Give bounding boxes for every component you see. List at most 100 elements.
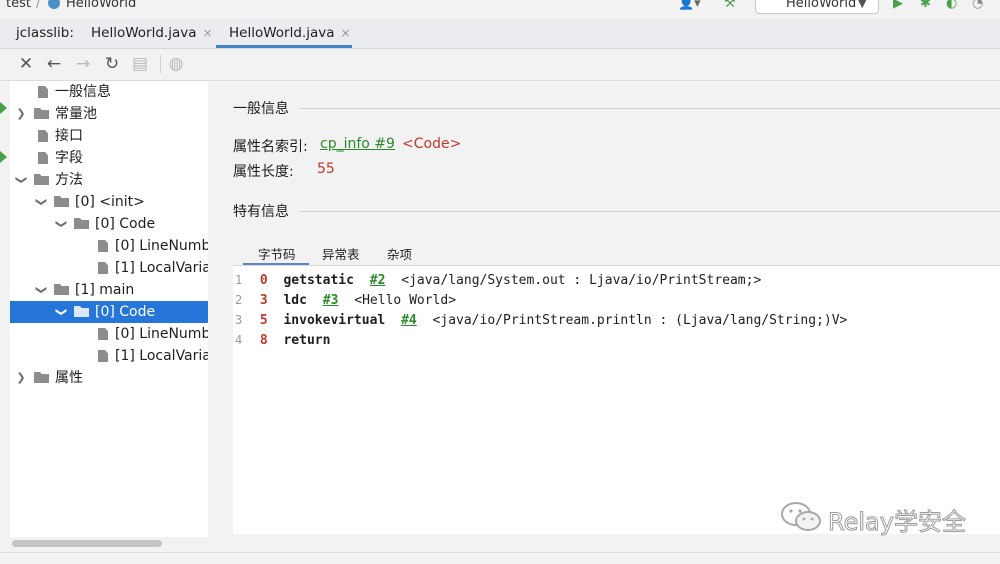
- code-line: 3 5 invokevirtual #4 <java/io/PrintStrea…: [233, 310, 847, 330]
- chevron-right-icon[interactable]: ❯: [14, 103, 28, 125]
- constant-pool-link[interactable]: #3: [323, 293, 339, 308]
- section-divider: [300, 108, 1000, 109]
- name-index-label: 属性名索引:: [233, 139, 308, 155]
- build-hammer-icon[interactable]: ⚒: [724, 0, 736, 11]
- operand-comment: <java/io/PrintStream.println : (Ljava/la…: [432, 313, 848, 328]
- tree-item-label: 一般信息: [55, 84, 111, 100]
- tree-item-label: [0] LineNumberTable: [115, 238, 208, 254]
- tab-exception-table[interactable]: 异常表: [322, 244, 360, 263]
- tree-item-label: 字段: [55, 150, 83, 166]
- tab-helloworld-2[interactable]: HelloWorld.java ×: [229, 19, 351, 48]
- tree-item-fields[interactable]: 字段: [10, 147, 208, 169]
- folder-icon: [34, 372, 49, 383]
- tree-item-main-code[interactable]: ❯ [0] Code: [10, 301, 208, 323]
- tree-item-label: [1] main: [75, 282, 135, 298]
- tree-item-constant-pool[interactable]: ❯ 常量池: [10, 103, 208, 125]
- name-index-link[interactable]: cp_info #9: [320, 136, 395, 152]
- tree-item-label: [0] Code: [95, 304, 156, 320]
- opcode: getstatic: [283, 273, 354, 288]
- run-config-label: HelloWorld: [786, 0, 857, 11]
- folder-icon: [74, 306, 89, 317]
- tab-bytecode[interactable]: 字节码: [258, 244, 296, 263]
- bytecode-offset: 5: [259, 313, 268, 328]
- tree-item-label: 接口: [55, 128, 83, 144]
- tree-item-main-localvariable[interactable]: [1] LocalVariableTable: [10, 345, 208, 367]
- opcode: invokevirtual: [283, 313, 386, 328]
- tree-item-init-localvariable[interactable]: [1] LocalVariableTable: [10, 257, 208, 279]
- tree-item-init-code[interactable]: ❯ [0] Code: [10, 213, 208, 235]
- bytecode-offset: 0: [259, 273, 268, 288]
- close-icon[interactable]: ×: [340, 26, 350, 40]
- file-icon: [98, 350, 108, 362]
- run-icon[interactable]: ▶: [893, 0, 903, 11]
- tree-item-label: 方法: [55, 172, 83, 188]
- chevron-down-icon[interactable]: ❯: [30, 195, 52, 209]
- navigation-bar: test / HelloWorld 👤▾ ⚒ HelloWorld ▼ ▶ ✱ …: [0, 0, 1000, 14]
- chevron-down-icon[interactable]: ❯: [50, 217, 72, 231]
- constant-pool-link[interactable]: #2: [370, 273, 386, 288]
- class-icon: [48, 0, 60, 9]
- folder-icon: [74, 218, 89, 229]
- bytecode-offset: 8: [259, 333, 268, 348]
- folder-icon: [54, 196, 69, 207]
- forward-arrow-icon[interactable]: →: [71, 52, 95, 76]
- back-arrow-icon[interactable]: ←: [42, 52, 66, 76]
- chevron-down-icon[interactable]: ❯: [50, 305, 72, 319]
- attribute-length-value: 55: [317, 161, 335, 177]
- file-icon: [98, 240, 108, 252]
- user-icon[interactable]: 👤▾: [678, 0, 701, 11]
- save-icon[interactable]: ▤: [128, 52, 152, 76]
- tree-item-general-info[interactable]: 一般信息: [10, 81, 208, 103]
- class-structure-tree: 一般信息 ❯ 常量池 接口 字段 ❯ 方法 ❯ [0] <init> ❯ [0]…: [10, 81, 208, 537]
- breadcrumb-project[interactable]: test: [6, 0, 31, 11]
- operand-comment: <java/lang/System.out : Ljava/io/PrintSt…: [401, 273, 762, 288]
- file-icon: [98, 262, 108, 274]
- tree-item-interfaces[interactable]: 接口: [10, 125, 208, 147]
- status-bar: [0, 552, 1000, 564]
- close-icon[interactable]: ×: [202, 26, 212, 40]
- tree-item-attributes[interactable]: ❯ 属性: [10, 367, 208, 389]
- file-icon: [98, 328, 108, 340]
- tree-item-label: [0] LineNumberTable: [115, 326, 208, 342]
- folder-icon: [54, 284, 69, 295]
- tree-item-label: 属性: [55, 370, 83, 386]
- bytecode-view[interactable]: 1 0 getstatic #2 <java/lang/System.out :…: [233, 266, 1000, 534]
- scrollbar-thumb[interactable]: [12, 540, 162, 547]
- breadcrumb-file[interactable]: HelloWorld: [66, 0, 136, 11]
- tree-item-method-main[interactable]: ❯ [1] main: [10, 279, 208, 301]
- chevron-down-icon: ▼: [858, 0, 867, 10]
- tree-item-main-linenumber[interactable]: [0] LineNumberTable: [10, 323, 208, 345]
- tab-misc[interactable]: 杂项: [387, 244, 412, 263]
- coverage-icon[interactable]: ◐: [946, 0, 957, 11]
- opcode: ldc: [283, 293, 307, 308]
- tab-helloworld-1[interactable]: HelloWorld.java ×: [91, 19, 213, 48]
- tree-item-label: [0] Code: [95, 216, 156, 232]
- chevron-right-icon[interactable]: ❯: [14, 367, 28, 389]
- run-gutter-icon[interactable]: [0, 102, 7, 114]
- tree-item-label: 常量池: [55, 106, 97, 122]
- code-line: 2 3 ldc #3 <Hello World>: [233, 290, 456, 310]
- chevron-down-icon[interactable]: ❯: [30, 283, 52, 297]
- profile-icon[interactable]: ◔: [972, 0, 983, 11]
- general-info-heading: 一般信息: [233, 101, 289, 117]
- breadcrumb-separator: /: [36, 0, 41, 11]
- plugin-label: jclasslib:: [16, 25, 74, 41]
- bytecode-offset: 3: [259, 293, 268, 308]
- chevron-down-icon[interactable]: ❯: [10, 173, 32, 187]
- refresh-icon[interactable]: ↻: [100, 52, 124, 76]
- globe-icon[interactable]: ◍: [164, 52, 188, 76]
- specific-info-heading: 特有信息: [233, 204, 289, 220]
- close-icon[interactable]: ✕: [14, 52, 38, 76]
- tree-item-label: [1] LocalVariableTable: [115, 260, 208, 276]
- tree-item-method-init[interactable]: ❯ [0] <init>: [10, 191, 208, 213]
- folder-icon: [34, 174, 49, 185]
- debug-icon[interactable]: ✱: [920, 0, 931, 11]
- tree-item-methods[interactable]: ❯ 方法: [10, 169, 208, 191]
- file-icon: [38, 152, 48, 164]
- folder-icon: [34, 108, 49, 119]
- file-icon: [38, 130, 48, 142]
- toolbar: ✕ ← → ↻ ▤ ◍: [0, 49, 1000, 81]
- constant-pool-link[interactable]: #4: [401, 313, 417, 328]
- run-gutter-icon[interactable]: [0, 151, 7, 163]
- tree-item-init-linenumber[interactable]: [0] LineNumberTable: [10, 235, 208, 257]
